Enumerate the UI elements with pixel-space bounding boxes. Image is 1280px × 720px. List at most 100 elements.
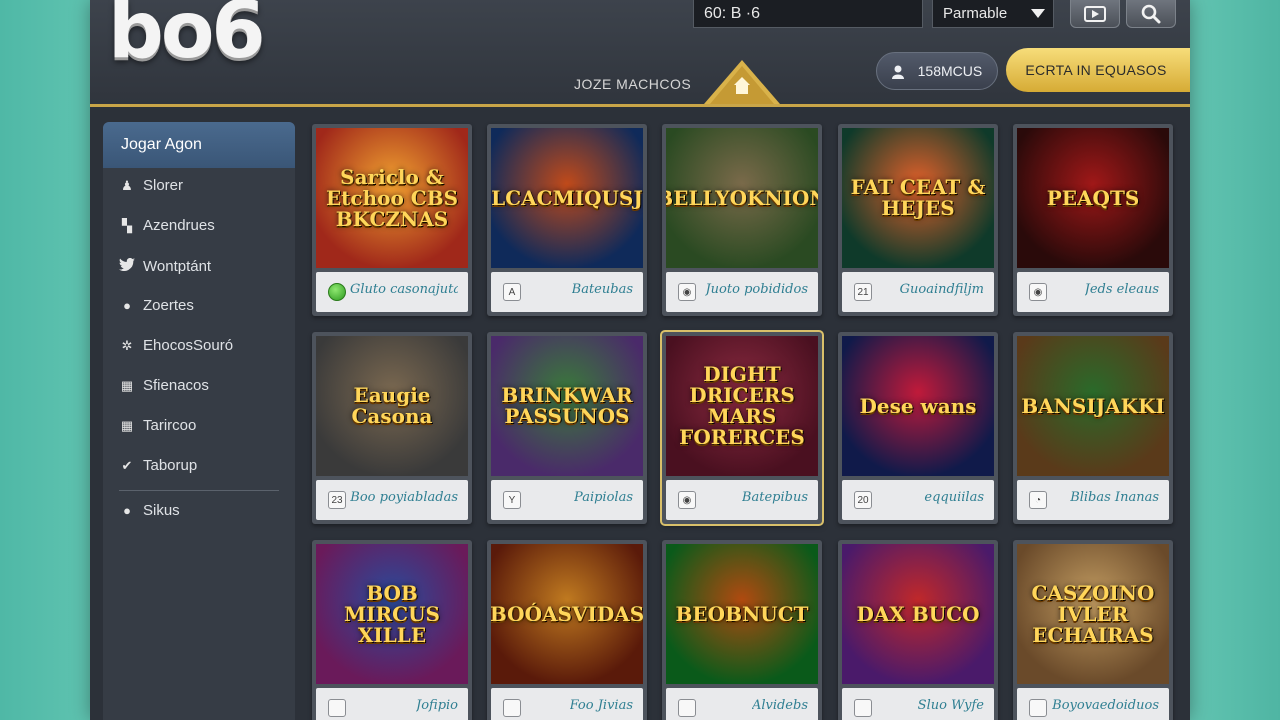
game-card[interactable]: BANSIJAKKI ◔ Blibas Inanas (1013, 332, 1173, 524)
game-thumbnail[interactable]: LCACMIQUSJ (491, 128, 643, 268)
person-icon: ♟ (121, 178, 133, 193)
game-title: Sariclo & Etchoo CBS BKCZNAS (325, 164, 459, 231)
sidebar-item[interactable]: ● Sikus (119, 499, 180, 523)
game-thumbnail[interactable]: Sariclo & Etchoo CBS BKCZNAS (316, 128, 468, 268)
game-thumbnail[interactable]: BEOBNUCT (666, 544, 818, 684)
star-icon: ✲ (121, 338, 133, 353)
sidebar-item-label: Sfienacos (143, 377, 209, 394)
cta-button[interactable]: ECRTA IN EQUASOS (1006, 48, 1190, 92)
play-icon (1084, 5, 1106, 22)
home-tab[interactable] (704, 60, 780, 104)
nav-link-center[interactable]: JOZE MACHCOS (574, 76, 691, 92)
game-thumbnail[interactable]: DIGHT DRICERS MARS FORERCES (666, 336, 818, 476)
game-card[interactable]: CASZOINO IVLER ECHAIRAS Boyovaedoiduos (1013, 540, 1173, 720)
search-button[interactable] (1126, 0, 1176, 28)
game-card-footer: Boyovaedoiduos (1017, 688, 1169, 720)
game-thumbnail[interactable]: BOB MIRCUS XILLE (316, 544, 468, 684)
sidebar-item-label: Zoertes (143, 297, 194, 314)
chevron-down-icon (1031, 9, 1045, 18)
sidebar-item[interactable]: ▦ Sfienacos (119, 374, 209, 398)
game-card[interactable]: BEOBNUCT Alvidebs (662, 540, 822, 720)
game-thumbnail[interactable]: CASZOINO IVLER ECHAIRAS (1017, 544, 1169, 684)
game-badge-icon (328, 699, 346, 717)
game-title: BELLYOKNION (666, 185, 818, 210)
search-input[interactable]: 60: B ·6 (693, 0, 923, 28)
game-thumbnail[interactable]: BANSIJAKKI (1017, 336, 1169, 476)
game-badge-icon: 23 (328, 491, 346, 509)
video-button[interactable] (1070, 0, 1120, 28)
game-thumbnail[interactable]: BOÓASVIDAS (491, 544, 643, 684)
game-thumbnail[interactable]: Dese wans (842, 336, 994, 476)
check-icon: ✔ (121, 458, 133, 473)
game-card[interactable]: Sariclo & Etchoo CBS BKCZNAS Gluto casona… (312, 124, 472, 316)
game-card-footer: A Bateubas (491, 272, 643, 312)
game-card-footer: ◉ Juoto pobididos (666, 272, 818, 312)
game-card-footer: ◉ Jeds eleaus (1017, 272, 1169, 312)
circle-icon: ● (123, 503, 131, 518)
site-logo[interactable]: bo6 (108, 0, 266, 76)
game-title: DIGHT DRICERS MARS FORERCES (679, 362, 805, 449)
game-thumbnail[interactable]: FAT CEAT & HEJES (842, 128, 994, 268)
game-thumbnail[interactable]: DAX BUCO (842, 544, 994, 684)
book-icon: ▚ (122, 218, 132, 233)
sort-select[interactable]: Parmable (932, 0, 1054, 28)
game-card[interactable]: BOB MIRCUS XILLE Jofipio (312, 540, 472, 720)
game-provider-label: Sluo Wyfe (917, 698, 984, 713)
sidebar-item[interactable]: ▚ Azendrues (119, 214, 215, 238)
game-badge-icon: 20 (854, 491, 872, 509)
search-icon (1141, 4, 1161, 23)
sidebar-item[interactable]: ✲ EhocosSouró (119, 334, 234, 358)
game-card[interactable]: BRINKWAR PASSUNOS Y Paipiolas (487, 332, 647, 524)
game-card[interactable]: BELLYOKNION ◉ Juoto pobididos (662, 124, 822, 316)
sidebar-item[interactable]: ♟ Slorer (119, 174, 183, 198)
game-card[interactable]: FAT CEAT & HEJES 21 Guoaindfiljm (838, 124, 998, 316)
game-provider-label: Gluto casonajutaid (350, 282, 458, 297)
sidebar-item-label: Azendrues (143, 217, 215, 234)
sidebar-item-label: Slorer (143, 177, 184, 194)
game-badge-icon (1029, 699, 1047, 717)
game-title: DAX BUCO (856, 601, 980, 626)
sidebar-item[interactable]: ▦ Tarircoo (119, 414, 197, 438)
game-card[interactable]: PEAQTS ◉ Jeds eleaus (1013, 124, 1173, 316)
game-thumbnail[interactable]: BRINKWAR PASSUNOS (491, 336, 643, 476)
game-card[interactable]: DAX BUCO Sluo Wyfe (838, 540, 998, 720)
game-card-footer: 20 eqquiilas (842, 480, 994, 520)
game-card[interactable]: Dese wans 20 eqquiilas (838, 332, 998, 524)
game-title: BOB MIRCUS XILLE (344, 580, 440, 647)
header: bo6 60: B ·6 Parmable JOZE MACHCOS 158MC… (90, 0, 1190, 107)
game-card[interactable]: Eaugie Casona 23 Boo poyiabladas (312, 332, 472, 524)
table-icon: ▦ (120, 418, 134, 433)
game-provider-label: Alvidebs (751, 698, 808, 713)
game-card[interactable]: BOÓASVIDAS Foo Jivias (487, 540, 647, 720)
game-card-footer: Jofipio (316, 688, 468, 720)
game-badge-icon: A (503, 283, 521, 301)
game-title: PEAQTS (1046, 185, 1140, 210)
game-card[interactable]: DIGHT DRICERS MARS FORERCES ◉ Batepibus (662, 332, 822, 524)
sidebar-item[interactable]: Wontptánt (119, 255, 211, 279)
game-thumbnail[interactable]: PEAQTS (1017, 128, 1169, 268)
game-card-footer: ◉ Batepibus (666, 480, 818, 520)
game-card-footer: Sluo Wyfe (842, 688, 994, 720)
sidebar-item-active[interactable]: Jogar Agon (103, 122, 295, 168)
grid-icon: ▦ (120, 378, 134, 393)
user-icon (891, 65, 904, 80)
game-provider-label: Paipiolas (574, 490, 633, 505)
drop-icon: ● (123, 298, 131, 313)
game-badge-icon: ◉ (678, 491, 696, 509)
game-title: BRINKWAR PASSUNOS (501, 383, 633, 428)
game-card[interactable]: LCACMIQUSJ A Bateubas (487, 124, 647, 316)
game-provider-label: Jeds eleaus (1084, 282, 1159, 297)
sidebar-item[interactable]: ✔ Taborup (119, 454, 198, 478)
game-card-footer: Gluto casonajutaid (316, 272, 468, 312)
game-badge-icon (854, 699, 872, 717)
game-provider-label: Guoaindfiljm (899, 282, 984, 297)
user-account-button[interactable]: 158MCUS (876, 52, 998, 90)
game-thumbnail[interactable]: Eaugie Casona (316, 336, 468, 476)
game-card-footer: ◔ Blibas Inanas (1017, 480, 1169, 520)
game-provider-label: Boo poyiabladas (350, 490, 458, 505)
game-thumbnail[interactable]: BELLYOKNION (666, 128, 818, 268)
game-badge-icon (678, 699, 696, 717)
sidebar-item[interactable]: ● Zoertes (119, 294, 194, 318)
game-card-footer: Y Paipiolas (491, 480, 643, 520)
game-title: FAT CEAT & HEJES (850, 175, 986, 220)
